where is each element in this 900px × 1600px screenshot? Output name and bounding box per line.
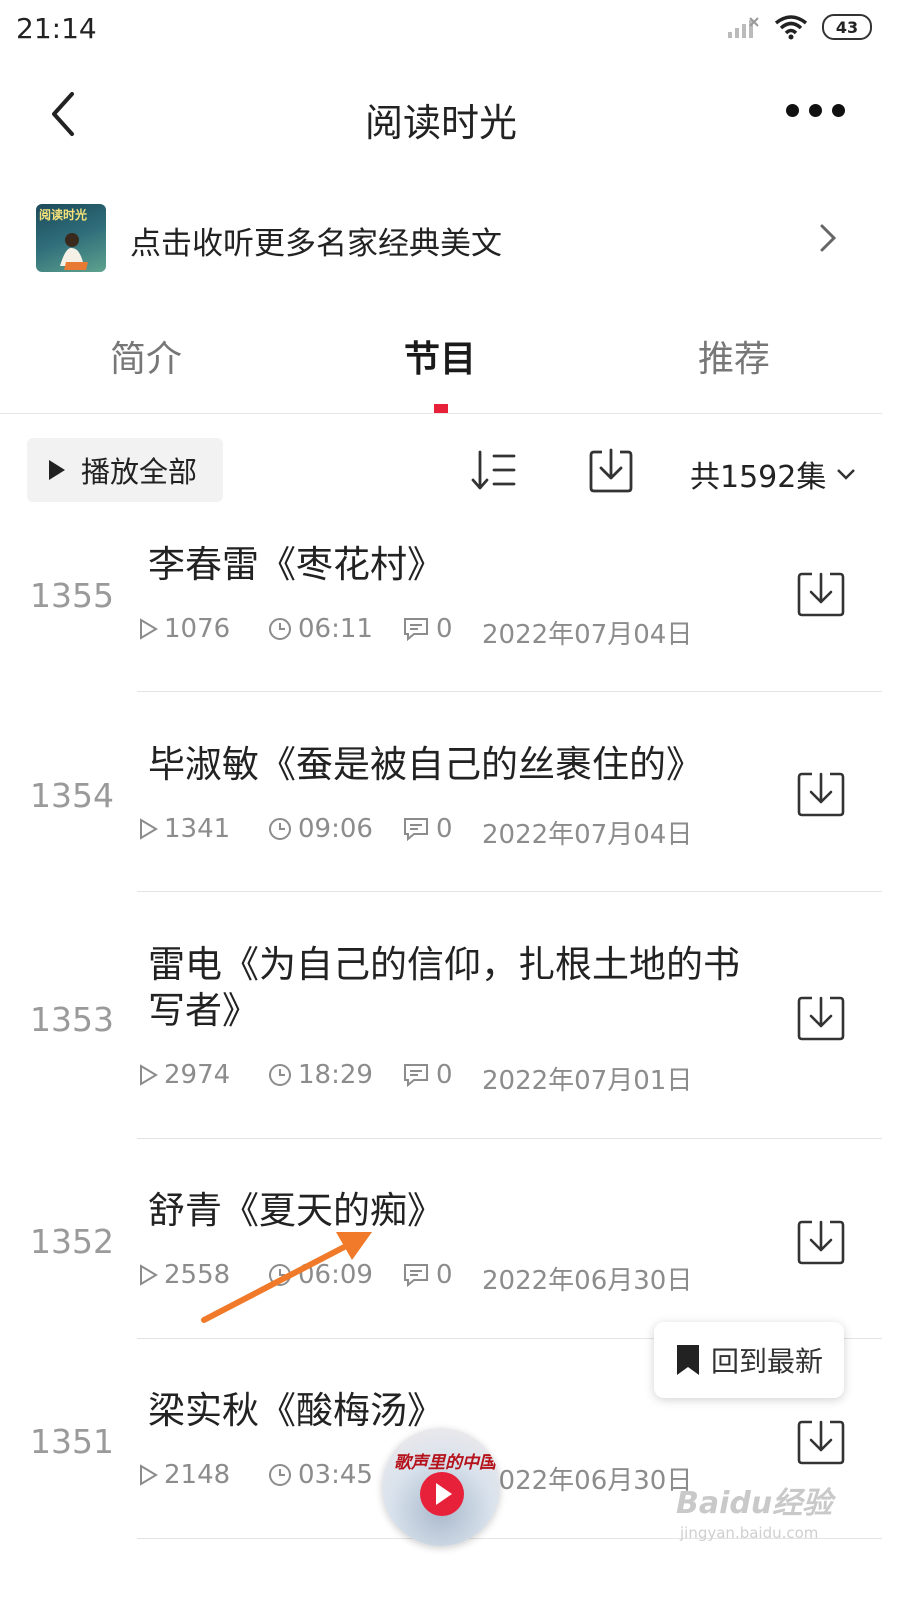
play-all-label: 播放全部 [81,455,198,489]
chevron-right-icon[interactable] [818,222,838,254]
status-icons: 43 [726,14,872,40]
status-time: 21:14 [16,12,97,45]
tab-intro[interactable]: 简介 [46,330,246,382]
signal-icon [728,17,759,38]
watermark-url: jingyan.baidu.com [680,1524,819,1542]
comment-icon [404,1064,428,1088]
battery-indicator: 43 [822,14,872,40]
play-count-icon [140,1464,158,1486]
list-divider [137,891,882,892]
duration: 03:45 [298,1460,373,1490]
duration: 06:11 [298,614,373,644]
watermark-logo: Baidu经验 [676,1486,833,1521]
batch-download-icon[interactable] [588,446,634,494]
back-to-latest-button[interactable]: 回到最新 [654,1322,844,1398]
comment-count: 0 [436,614,453,644]
episode-title[interactable]: 李春雷《枣花村》 [148,542,768,588]
play-all-button[interactable]: 播放全部 [27,438,223,502]
clock-icon [269,1464,291,1486]
clock-icon [269,818,291,840]
episode-count-label: 共1592集 [690,460,827,495]
episode-number: 1355 [30,576,114,615]
comment-icon [404,618,428,642]
download-icon[interactable] [796,770,846,818]
download-icon[interactable] [796,994,846,1042]
back-to-latest-label: 回到最新 [710,1345,823,1378]
play-count-icon [140,1264,158,1286]
tabs-divider [0,413,882,414]
publish-date: 2022年06月30日 [482,1266,693,1296]
download-icon[interactable] [796,1418,846,1466]
duration: 06:09 [298,1260,373,1290]
comment-icon [404,1264,428,1288]
download-icon[interactable] [796,1218,846,1266]
play-count: 2974 [164,1060,231,1090]
page-title: 阅读时光 [364,101,517,145]
publish-date: 2022年07月01日 [482,1066,693,1096]
play-count: 2148 [164,1460,231,1490]
download-icon[interactable] [796,570,846,618]
album-cover[interactable]: 阅读时光 [36,204,106,272]
more-options-icon[interactable] [786,104,846,122]
duration: 09:06 [298,814,373,844]
player-album-title: 歌声里的中国 [394,1453,496,1473]
play-icon [49,460,65,480]
clock-icon [269,1264,291,1286]
play-count: 2558 [164,1260,231,1290]
comment-count: 0 [436,1260,453,1290]
comment-icon [404,818,428,842]
list-divider [137,691,882,692]
play-count: 1076 [164,614,231,644]
banner-link-text[interactable]: 点击收听更多名家经典美文 [130,218,502,263]
publish-date: 2022年07月04日 [482,820,693,850]
publish-date: 2022年07月04日 [482,620,693,650]
episode-number: 1352 [30,1222,114,1261]
chevron-down-icon [837,469,856,480]
episode-number: 1351 [30,1422,114,1461]
comment-count: 0 [436,814,453,844]
play-count-icon [140,1064,158,1086]
comment-count: 0 [436,1060,453,1090]
publish-date: 2022年06月30日 [482,1466,693,1496]
episode-number: 1353 [30,1000,114,1039]
episode-title[interactable]: 雷电《为自己的信仰，扎根土地的书写者》 [148,942,768,1034]
clock-icon [269,1064,291,1086]
episode-number: 1354 [30,776,114,815]
episode-count-dropdown[interactable]: 共1592集 [690,452,856,496]
play-count-icon [140,618,158,640]
mini-player[interactable]: 歌声里的中国 [382,1428,500,1546]
episode-title[interactable]: 舒青《夏天的痴》 [148,1188,768,1234]
sort-order-icon[interactable] [470,448,518,494]
duration: 18:29 [298,1060,373,1090]
clock-icon [269,618,291,640]
wifi-icon [774,15,808,40]
bookmark-icon [676,1345,699,1375]
tab-episodes[interactable]: 节目 [340,330,540,382]
play-count: 1341 [164,814,231,844]
episode-title[interactable]: 毕淑敏《蚕是被自己的丝裹住的》 [148,742,768,788]
tab-recommend[interactable]: 推荐 [634,330,834,382]
list-divider [137,1138,882,1139]
play-button-icon[interactable] [420,1472,464,1516]
play-count-icon [140,818,158,840]
